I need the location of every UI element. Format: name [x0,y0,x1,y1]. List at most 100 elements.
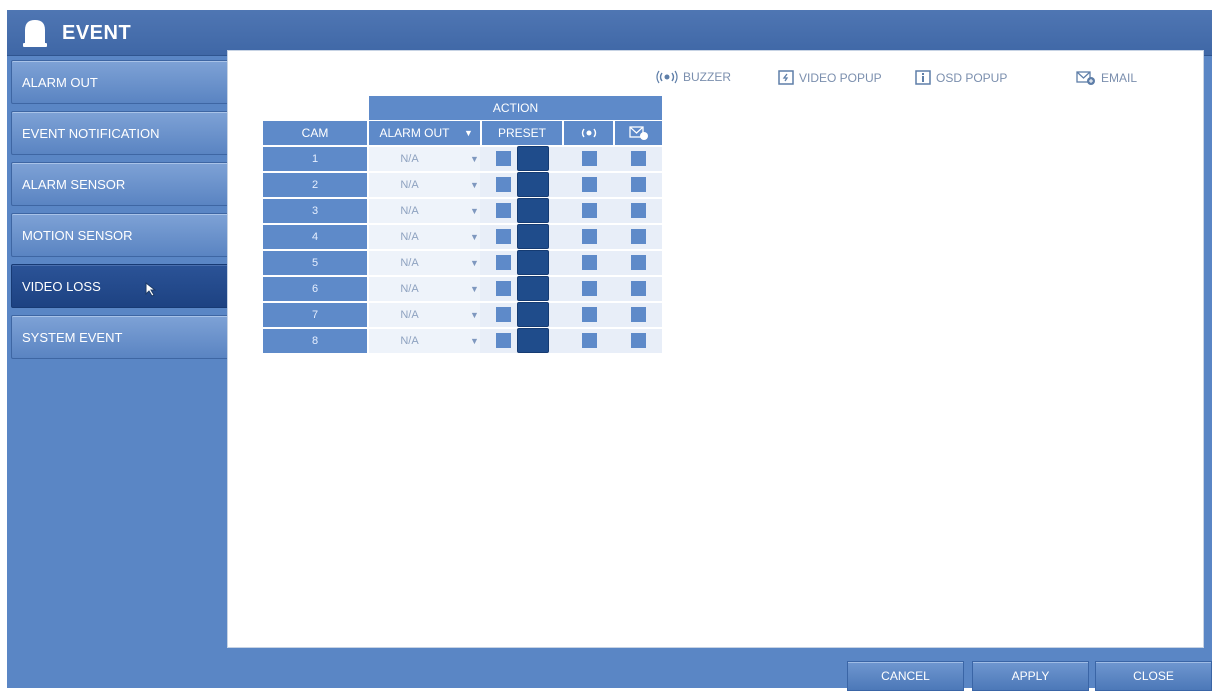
buzzer-checkbox[interactable] [582,281,597,296]
chevron-down-icon[interactable]: ▼ [470,232,479,242]
email-checkbox[interactable] [631,177,646,192]
chevron-down-icon[interactable]: ▼ [470,206,479,216]
legend-email: EMAIL [1076,70,1137,85]
alarm-out-select[interactable]: N/A [369,173,480,197]
chevron-down-icon[interactable]: ▼ [470,336,479,346]
legend-buzzer: BUZZER [656,70,731,84]
cam-cell: 8 [263,329,367,353]
alarm-out-header-dropdown-icon[interactable]: ▼ [464,128,473,138]
preset-button[interactable] [517,146,549,171]
event-bell-icon [23,20,47,47]
alarm-out-value: N/A [400,179,419,191]
cam-cell: 2 [263,173,367,197]
buzzer-icon [656,70,678,84]
email-checkbox[interactable] [631,307,646,322]
cam-cell: 1 [263,147,367,171]
email-checkbox[interactable] [631,281,646,296]
cancel-button[interactable]: CANCEL [847,661,964,691]
preset-checkbox[interactable] [496,307,511,322]
alarm-out-value: N/A [400,309,419,321]
preset-button[interactable] [517,276,549,301]
legend-video-popup-label: VIDEO POPUP [799,70,882,85]
alarm-out-select[interactable]: N/A [369,147,480,171]
alarm-out-select[interactable]: N/A [369,277,480,301]
sidebar-item-label: ALARM OUT [22,75,98,90]
chevron-down-icon[interactable]: ▼ [470,310,479,320]
alarm-out-value: N/A [400,205,419,217]
buzzer-checkbox[interactable] [582,177,597,192]
cam-cell: 3 [263,199,367,223]
buzzer-checkbox[interactable] [582,203,597,218]
mouse-cursor-icon [145,281,157,297]
chevron-down-icon[interactable]: ▼ [470,258,479,268]
email-icon [628,126,648,140]
chevron-down-icon[interactable]: ▼ [470,154,479,164]
preset-checkbox[interactable] [496,333,511,348]
apply-button[interactable]: APPLY [972,661,1089,691]
buzzer-column-header[interactable] [564,121,613,145]
preset-button[interactable] [517,224,549,249]
buzzer-checkbox[interactable] [582,151,597,166]
preset-button[interactable] [517,172,549,197]
email-column-header[interactable] [615,121,662,145]
preset-button[interactable] [517,198,549,223]
alarm-out-select[interactable]: N/A [369,199,480,223]
cam-cell: 7 [263,303,367,327]
email-checkbox[interactable] [631,229,646,244]
email-checkbox[interactable] [631,255,646,270]
action-header: ACTION [369,96,662,120]
email-checkbox[interactable] [631,151,646,166]
buzzer-checkbox[interactable] [582,229,597,244]
sidebar-item-label: MOTION SENSOR [22,228,133,243]
alarm-out-value: N/A [400,335,419,347]
preset-button[interactable] [517,328,549,353]
alarm-out-value: N/A [400,257,419,269]
preset-checkbox[interactable] [496,281,511,296]
chevron-down-icon[interactable]: ▼ [470,180,479,190]
alarm-out-value: N/A [400,153,419,165]
alarm-out-header-label: ALARM OUT [379,126,450,140]
sidebar-item-alarm-sensor[interactable]: ALARM SENSOR [11,162,229,206]
buzzer-checkbox[interactable] [582,333,597,348]
sidebar-item-system-event[interactable]: SYSTEM EVENT [11,315,229,359]
sidebar-item-alarm-out[interactable]: ALARM OUT [11,60,229,104]
legend-osd-popup: OSD POPUP [915,70,1007,85]
cam-header: CAM [263,121,367,145]
sidebar-item-label: SYSTEM EVENT [22,330,123,345]
sidebar-item-label: VIDEO LOSS [22,279,101,294]
legend-video-popup: VIDEO POPUP [778,70,882,85]
alarm-out-value: N/A [400,231,419,243]
alarm-out-select[interactable]: N/A [369,303,480,327]
sidebar-item-label: ALARM SENSOR [22,177,126,192]
preset-checkbox[interactable] [496,177,511,192]
window-title: EVENT [62,22,132,44]
preset-button[interactable] [517,250,549,275]
sidebar-item-event-notification[interactable]: EVENT NOTIFICATION [11,111,229,155]
preset-checkbox[interactable] [496,229,511,244]
buzzer-checkbox[interactable] [582,307,597,322]
legend-buzzer-label: BUZZER [683,70,731,84]
buzzer-checkbox[interactable] [582,255,597,270]
alarm-out-value: N/A [400,283,419,295]
alarm-out-select[interactable]: N/A [369,251,480,275]
legend-osd-popup-label: OSD POPUP [936,70,1008,85]
chevron-down-icon[interactable]: ▼ [470,284,479,294]
email-checkbox[interactable] [631,203,646,218]
cam-cell: 6 [263,277,367,301]
close-button[interactable]: CLOSE [1095,661,1212,691]
preset-checkbox[interactable] [496,151,511,166]
preset-checkbox[interactable] [496,255,511,270]
preset-button[interactable] [517,302,549,327]
sidebar-item-video-loss[interactable]: VIDEO LOSS [11,264,229,308]
bottom-bar: CANCEL APPLY CLOSE [7,656,1212,691]
preset-header: PRESET [482,121,562,145]
sidebar-item-motion-sensor[interactable]: MOTION SENSOR [11,213,229,257]
alarm-out-select[interactable]: N/A [369,329,480,353]
video-popup-icon [778,70,794,85]
preset-checkbox[interactable] [496,203,511,218]
sidebar-item-label: EVENT NOTIFICATION [22,126,160,141]
alarm-out-select[interactable]: N/A [369,225,480,249]
email-icon [1076,71,1095,85]
email-checkbox[interactable] [631,333,646,348]
cam-cell: 4 [263,225,367,249]
